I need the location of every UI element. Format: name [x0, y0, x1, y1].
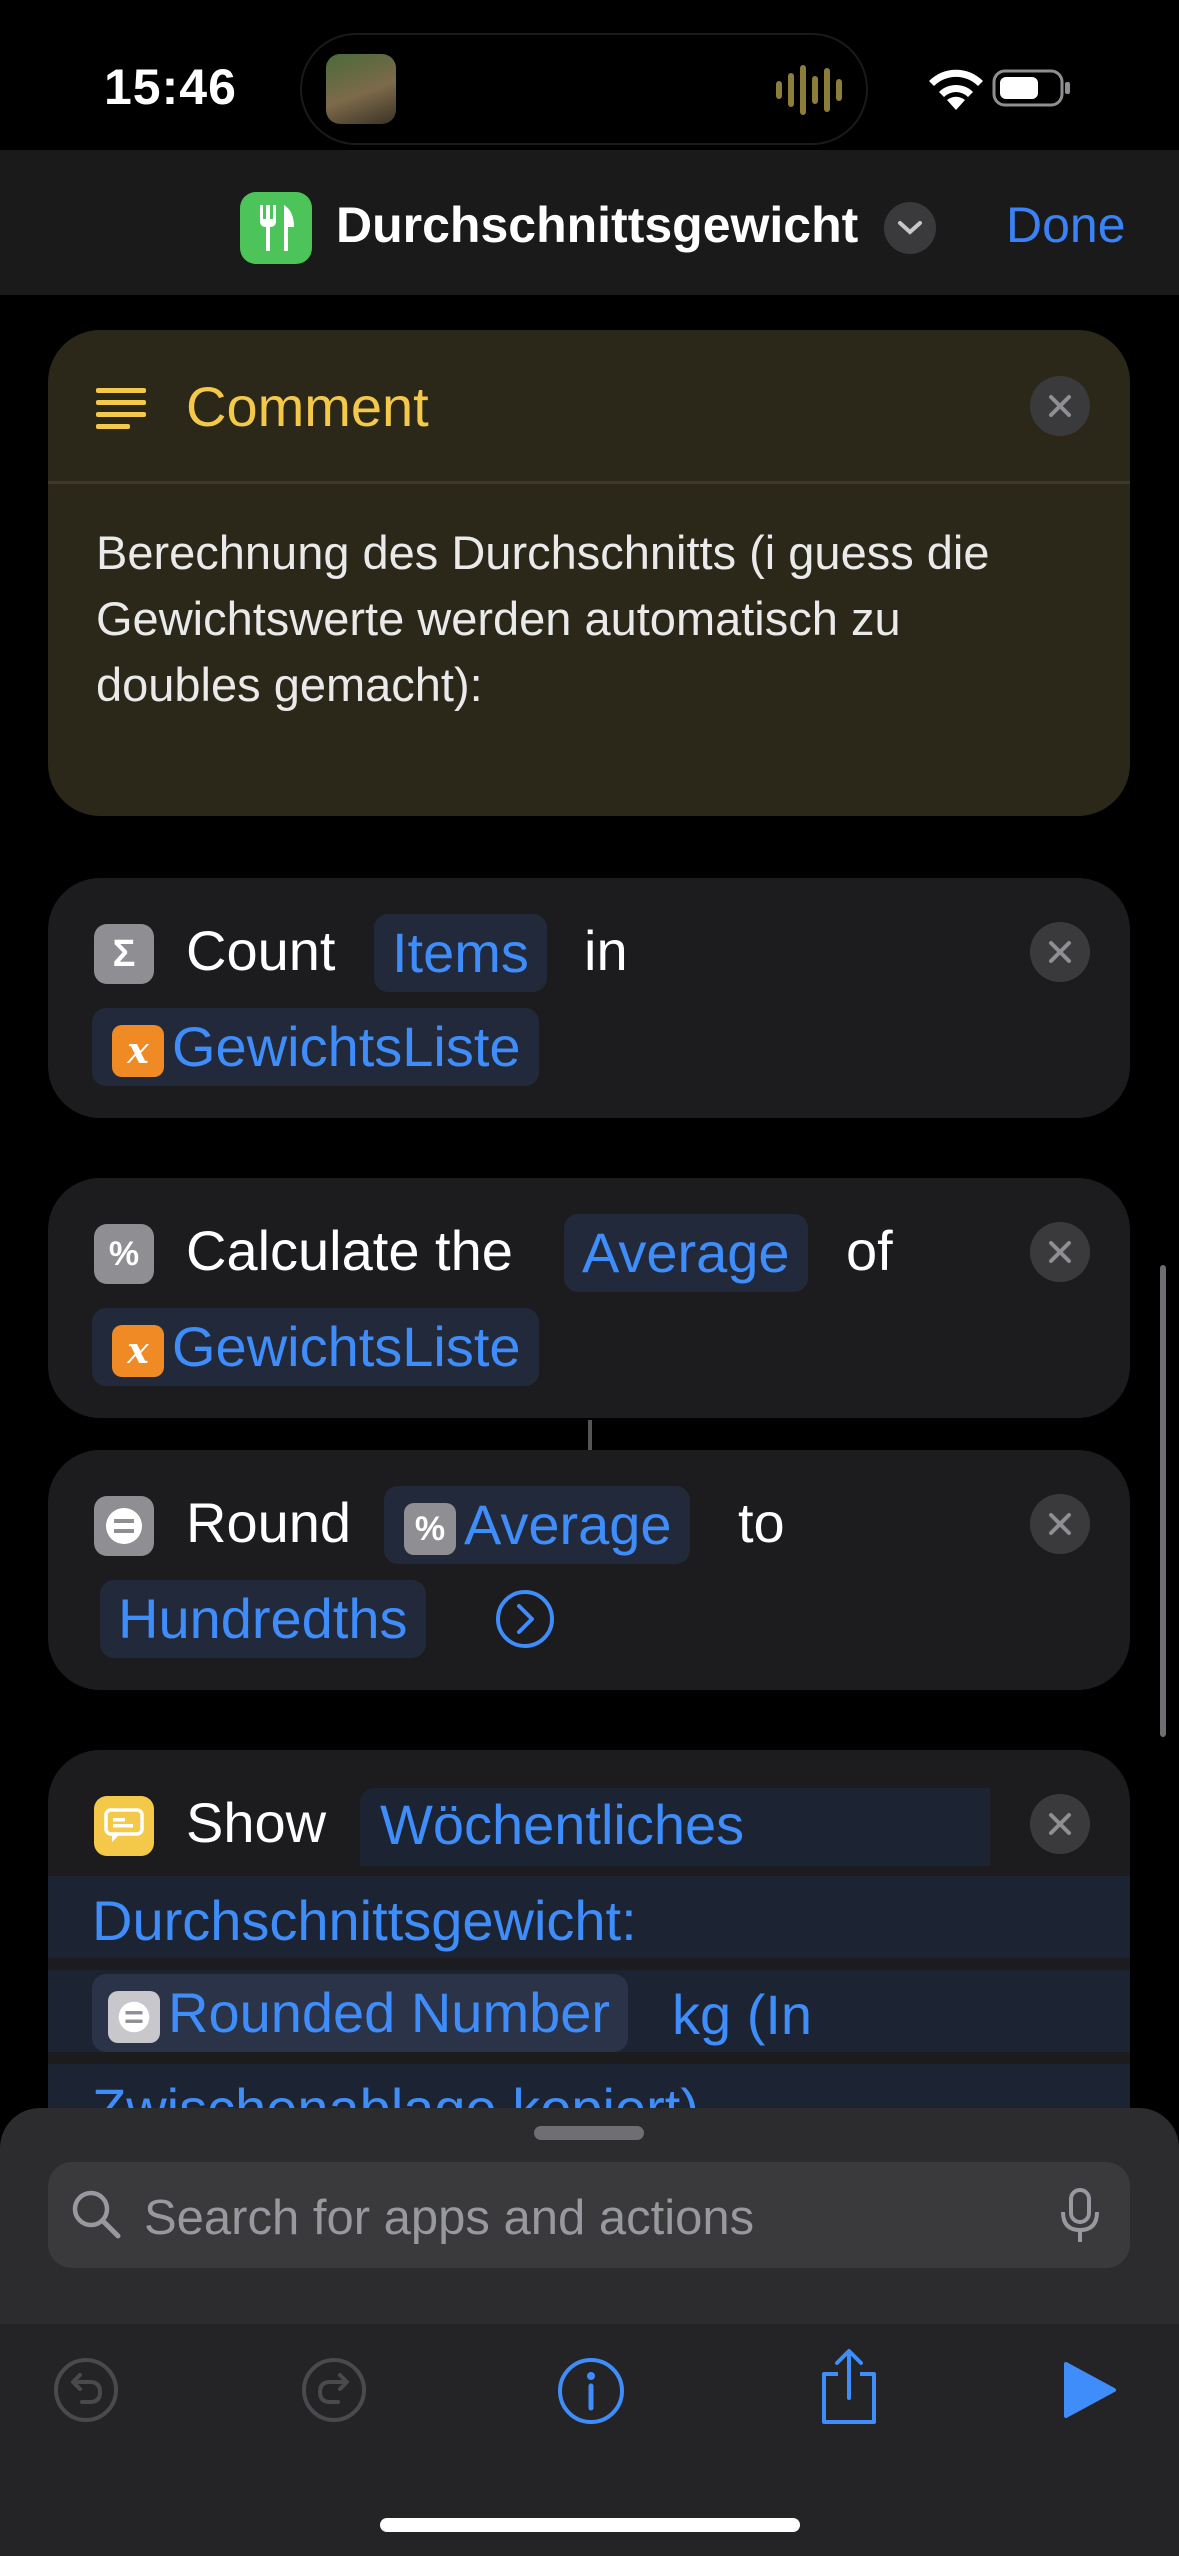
- round-label: Round: [186, 1491, 352, 1554]
- sheet-grabber[interactable]: [534, 2126, 644, 2140]
- comment-line: doubles gemacht):: [96, 658, 483, 711]
- search-placeholder: Search for apps and actions: [144, 2191, 755, 2245]
- show-text-line1[interactable]: Wöchentliches: [362, 1786, 762, 1864]
- round-precision-token[interactable]: Hundredths: [100, 1580, 426, 1658]
- close-icon[interactable]: [1030, 1794, 1090, 1854]
- close-icon[interactable]: [1030, 376, 1090, 436]
- count-variable-token[interactable]: x GewichtsListe: [92, 1008, 539, 1086]
- search-icon: [72, 2190, 121, 2239]
- round-connector: to: [738, 1491, 785, 1554]
- count-type-token[interactable]: Items: [374, 914, 547, 992]
- comment-line: Gewichtswerte werden automatisch zu: [96, 592, 901, 645]
- percent-icon: %: [94, 1224, 154, 1284]
- show-variable-token[interactable]: Rounded Number: [92, 1974, 629, 2052]
- comment-body[interactable]: Berechnung des Durchschnitts (i guess di…: [96, 520, 1096, 718]
- round-input-token[interactable]: % Average: [384, 1486, 690, 1564]
- quote-bubble-icon: [94, 1796, 154, 1856]
- close-icon[interactable]: [1030, 1494, 1090, 1554]
- round-icon: [94, 1496, 154, 1556]
- show-text-line2[interactable]: Durchschnittsgewicht:: [74, 1882, 655, 1960]
- close-icon[interactable]: [1030, 922, 1090, 982]
- lines-icon: [96, 388, 146, 429]
- info-icon[interactable]: [556, 2356, 626, 2426]
- action-connector: [588, 1420, 592, 1450]
- status-time: 15:46: [104, 59, 237, 115]
- percent-icon: %: [404, 1503, 456, 1556]
- scroll-indicator[interactable]: [1160, 1265, 1166, 1737]
- chevron-right-circle-icon[interactable]: [494, 1588, 556, 1650]
- show-variable-label: Rounded Number: [168, 1981, 611, 2044]
- now-playing-artwork[interactable]: [326, 54, 396, 124]
- variable-icon: x: [112, 1025, 164, 1078]
- play-icon[interactable]: [1062, 2360, 1118, 2420]
- calc-variable-token[interactable]: x GewichtsListe: [92, 1308, 539, 1386]
- home-indicator[interactable]: [380, 2518, 800, 2532]
- share-icon[interactable]: [818, 2346, 880, 2426]
- count-variable-label: GewichtsListe: [172, 1015, 521, 1078]
- show-label: Show: [186, 1791, 327, 1854]
- battery-icon: [992, 69, 1070, 107]
- close-icon[interactable]: [1030, 1222, 1090, 1282]
- round-input-label: Average: [464, 1493, 672, 1556]
- shortcut-title[interactable]: Durchschnittsgewicht: [336, 196, 858, 254]
- chevron-down-icon[interactable]: [884, 202, 936, 254]
- comment-title: Comment: [186, 375, 429, 438]
- done-button[interactable]: Done: [1006, 196, 1126, 254]
- undo-icon[interactable]: [52, 2356, 120, 2424]
- fork-knife-icon[interactable]: [240, 192, 312, 264]
- mic-icon[interactable]: [1058, 2188, 1102, 2244]
- audio-waveform-icon: [776, 62, 842, 118]
- round-icon: [108, 1991, 160, 2044]
- show-text-line3[interactable]: kg (In: [654, 1976, 830, 2054]
- sigma-icon: Σ: [94, 924, 154, 984]
- count-label: Count: [186, 919, 336, 982]
- count-connector: in: [584, 919, 628, 982]
- calc-operation-token[interactable]: Average: [564, 1214, 808, 1292]
- calc-variable-label: GewichtsListe: [172, 1315, 521, 1378]
- wifi-icon: [929, 69, 983, 110]
- calc-label: Calculate the: [186, 1219, 513, 1282]
- calc-connector: of: [846, 1219, 893, 1282]
- variable-icon: x: [112, 1325, 164, 1378]
- comment-divider: [48, 481, 1130, 484]
- comment-line: Berechnung des Durchschnitts (i guess di…: [96, 526, 990, 579]
- redo-icon[interactable]: [300, 2356, 368, 2424]
